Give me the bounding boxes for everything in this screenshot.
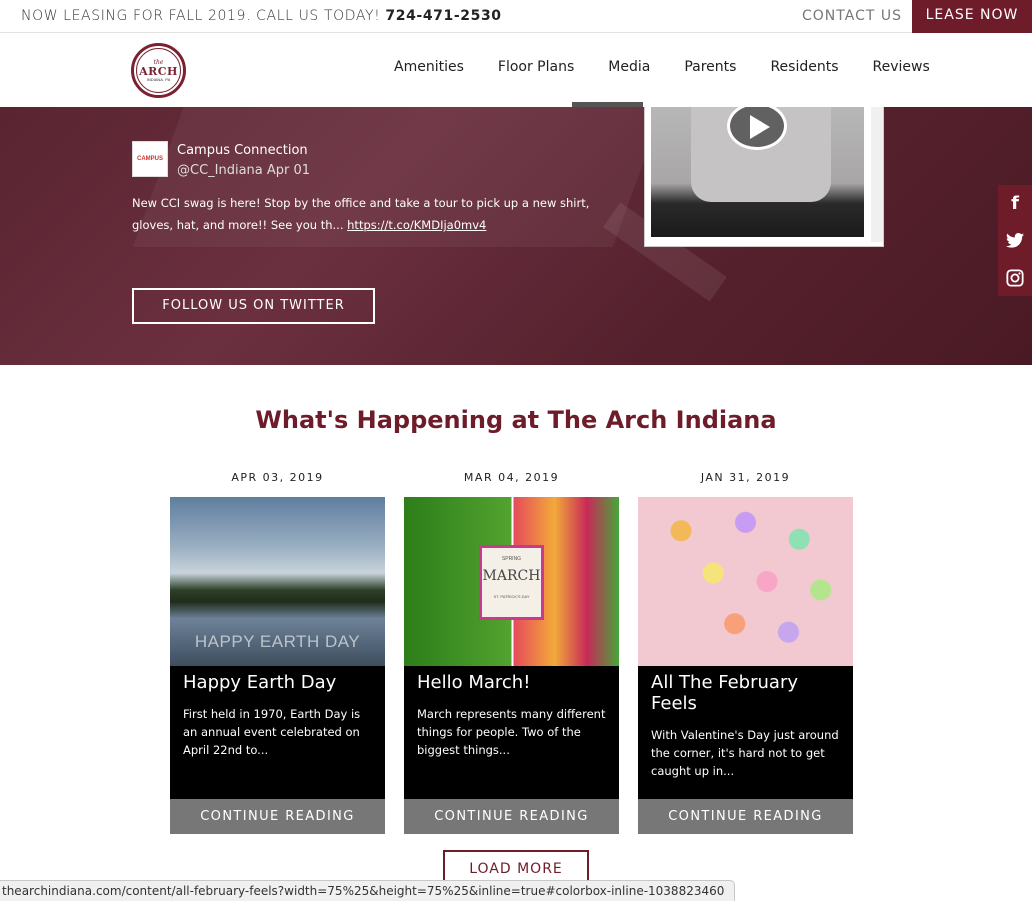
tweet-author-name[interactable]: Campus Connection	[177, 143, 308, 158]
logo-arch: ARCH	[139, 65, 178, 78]
post-card-hello-march: MAR 04, 2019 SPRING MARCH ST. PATRICK'S …	[404, 467, 619, 834]
twitter-icon[interactable]	[998, 222, 1032, 259]
main-nav: Amenities Floor Plans Media Parents Resi…	[394, 59, 964, 75]
graphic-top-text: SPRING	[501, 556, 522, 562]
instagram-video-thumbnail[interactable]	[651, 107, 864, 237]
browser-status-url: thearchindiana.com/content/all-february-…	[0, 880, 735, 901]
post-excerpt: First held in 1970, Earth Day is an annu…	[183, 707, 361, 757]
post-excerpt: March represents many different things f…	[417, 707, 606, 757]
post-excerpt: With Valentine's Day just around the cor…	[651, 728, 839, 778]
tweet-handle-date: @CC_Indiana Apr 01	[177, 163, 311, 178]
post-date: APR 03, 2019	[231, 471, 324, 484]
section-title: What's Happening at The Arch Indiana	[255, 406, 777, 434]
instagram-post-card[interactable]	[644, 107, 884, 247]
graphic-main-text: MARCH	[482, 568, 541, 584]
continue-reading-button[interactable]: CONTINUE READING	[638, 799, 853, 834]
main-header: the ARCH INDIANA, PA Amenities Floor Pla…	[0, 33, 1032, 107]
logo-sub: INDIANA, PA	[146, 77, 171, 82]
phone-link[interactable]: 724-471-2530	[385, 8, 501, 24]
post-title[interactable]: Happy Earth Day	[183, 672, 372, 693]
social-sidebar: f	[998, 185, 1032, 296]
play-triangle-icon	[750, 115, 770, 139]
social-hero: CAMPUS Campus Connection @CC_Indiana Apr…	[0, 107, 1032, 365]
nav-item-media[interactable]: Media	[608, 59, 650, 75]
nav-item-reviews[interactable]: Reviews	[873, 59, 930, 75]
nav-item-amenities[interactable]: Amenities	[394, 59, 464, 75]
site-logo[interactable]: the ARCH INDIANA, PA	[131, 43, 186, 98]
post-title[interactable]: Hello March!	[417, 672, 606, 693]
post-title[interactable]: All The February Feels	[651, 672, 840, 714]
post-card-earth-day: APR 03, 2019 HAPPY EARTH DAY Happy Earth…	[170, 467, 385, 834]
tweet-link[interactable]: https://t.co/KMDIja0mv4	[347, 218, 486, 232]
continue-reading-button[interactable]: CONTINUE READING	[170, 799, 385, 834]
nav-item-residents[interactable]: Residents	[770, 59, 838, 75]
tweet-text: New CCI swag is here! Stop by the office…	[132, 192, 602, 236]
march-graphic-box: SPRING MARCH ST. PATRICK'S DAY	[479, 545, 544, 620]
post-body: Happy Earth Day First held in 1970, Eart…	[170, 666, 385, 799]
post-body: All The February Feels With Valentine's …	[638, 666, 853, 799]
nav-item-parents[interactable]: Parents	[684, 59, 736, 75]
tweet-avatar[interactable]: CAMPUS	[132, 141, 168, 177]
instagram-scrollbar[interactable]	[871, 107, 883, 242]
post-card-february-feels: JAN 31, 2019 All The February Feels With…	[638, 467, 853, 834]
post-date: JAN 31, 2019	[700, 471, 791, 484]
post-thumbnail[interactable]	[638, 497, 853, 666]
logo-inner: the ARCH INDIANA, PA	[136, 48, 181, 93]
lease-now-button[interactable]: LEASE NOW	[912, 0, 1032, 33]
post-date: MAR 04, 2019	[463, 471, 560, 484]
continue-reading-button[interactable]: CONTINUE READING	[404, 799, 619, 834]
graphic-bottom-text: ST. PATRICK'S DAY	[493, 594, 530, 599]
post-thumbnail[interactable]: SPRING MARCH ST. PATRICK'S DAY	[404, 497, 619, 666]
post-body: Hello March! March represents many diffe…	[404, 666, 619, 799]
leasing-text: NOW LEASING FOR FALL 2019. CALL US TODAY…	[21, 8, 381, 24]
contact-us-link[interactable]: CONTACT US	[802, 8, 902, 24]
follow-twitter-button[interactable]: FOLLOW US ON TWITTER	[132, 288, 375, 324]
top-bar: NOW LEASING FOR FALL 2019. CALL US TODAY…	[0, 0, 1032, 33]
nav-item-floor-plans[interactable]: Floor Plans	[498, 59, 574, 75]
thumbnail-caption: HAPPY EARTH DAY	[194, 632, 361, 651]
instagram-icon[interactable]	[998, 259, 1032, 296]
leasing-announcement: NOW LEASING FOR FALL 2019. CALL US TODAY…	[21, 8, 502, 24]
post-thumbnail[interactable]: HAPPY EARTH DAY	[170, 497, 385, 666]
facebook-icon[interactable]: f	[998, 185, 1032, 222]
